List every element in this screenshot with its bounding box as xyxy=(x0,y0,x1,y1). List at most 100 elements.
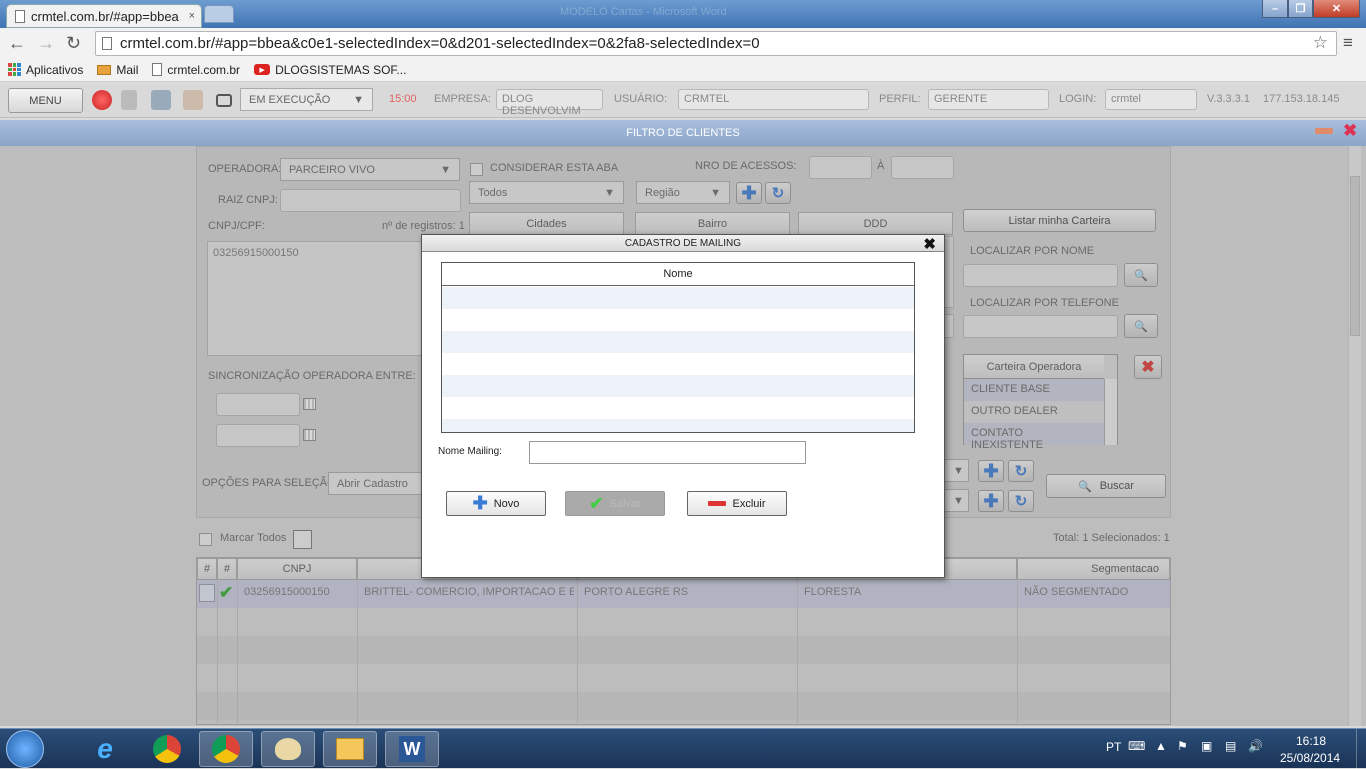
salvar-button[interactable]: ✔ Salvar xyxy=(565,491,665,516)
paint-icon xyxy=(275,738,301,760)
taskbar-ie[interactable]: e xyxy=(78,731,132,767)
forward-icon[interactable]: → xyxy=(37,33,55,54)
empresa-field: DLOG DESENVOLVIM xyxy=(496,89,603,117)
lock-icon[interactable] xyxy=(121,90,137,110)
usuario-label: USUÁRIO: xyxy=(614,93,668,105)
dialog-header: CADASTRO DE MAILING ✖ xyxy=(422,235,944,253)
mailing-table: Nome xyxy=(441,262,915,433)
url-text: crmtel.com.br/#app=bbea&c0e1-selectedInd… xyxy=(120,35,760,52)
excluir-button[interactable]: Excluir xyxy=(687,491,787,516)
maximize-icon[interactable]: ❐ xyxy=(1288,0,1313,18)
back-icon[interactable]: ← xyxy=(8,33,26,54)
taskbar-explorer[interactable] xyxy=(323,731,377,767)
browser-tab[interactable]: crmtel.com.br/#app=bbea × xyxy=(6,4,202,28)
nome-mailing-label: Nome Mailing: xyxy=(438,446,502,457)
table-row[interactable] xyxy=(442,375,914,397)
bookmark-mail[interactable]: Mail xyxy=(97,63,138,77)
windows-icon[interactable] xyxy=(216,94,232,107)
table-row[interactable] xyxy=(442,331,914,353)
chevron-down-icon: ▼ xyxy=(353,93,364,106)
ip-text: 177.153.18.145 xyxy=(1263,93,1340,105)
power-icon[interactable] xyxy=(92,90,112,110)
volume-icon[interactable]: 🔊 xyxy=(1248,739,1263,753)
filter-title: FILTRO DE CLIENTES xyxy=(626,127,740,139)
bookmark-label: Mail xyxy=(116,62,139,77)
device-icon[interactable]: ▣ xyxy=(1201,739,1212,753)
nome-mailing-input[interactable] xyxy=(529,441,806,464)
address-bar[interactable]: crmtel.com.br/#app=bbea&c0e1-selectedInd… xyxy=(95,31,1337,56)
taskbar-word[interactable]: W xyxy=(385,731,439,767)
start-button[interactable] xyxy=(6,730,44,768)
table-row[interactable] xyxy=(442,397,914,419)
minimize-icon[interactable]: – xyxy=(1262,0,1288,18)
bookmark-dlog[interactable]: ▶ DLOGSISTEMAS SOF... xyxy=(254,63,406,77)
show-hidden-icon[interactable]: ▲ xyxy=(1155,739,1167,753)
taskbar-chrome-active[interactable] xyxy=(199,731,253,767)
chrome-icon xyxy=(212,735,240,763)
login-label: LOGIN: xyxy=(1059,93,1097,105)
clock-date[interactable]: 25/08/2014 xyxy=(1280,751,1340,765)
bookmark-crmtel[interactable]: crmtel.com.br xyxy=(152,63,240,77)
table-row[interactable] xyxy=(442,287,914,309)
taskbar-chrome[interactable] xyxy=(140,731,194,767)
taskbar-paint[interactable] xyxy=(261,731,315,767)
table-row[interactable] xyxy=(442,309,914,331)
salvar-label: Salvar xyxy=(609,497,641,510)
col-nome[interactable]: Nome xyxy=(442,263,914,286)
menu-button[interactable]: MENU xyxy=(8,88,83,113)
reload-icon[interactable]: ↻ xyxy=(66,33,81,54)
new-tab-button[interactable] xyxy=(204,5,234,23)
bookmarks-bar: Aplicativos Mail crmtel.com.br ▶ DLOGSIS… xyxy=(0,58,1366,82)
network-tray-icon[interactable]: ▤ xyxy=(1225,739,1236,753)
chrome-icon xyxy=(153,735,181,763)
tab-close-icon[interactable]: × xyxy=(189,10,195,22)
status-select[interactable]: EM EXECUÇÃO ▼ xyxy=(240,88,373,111)
language-indicator[interactable]: PT xyxy=(1106,740,1121,754)
show-desktop-button[interactable] xyxy=(1356,729,1366,769)
flag-icon[interactable]: ⚑ xyxy=(1177,739,1188,753)
window-title: MODELO Cartas - Microsoft Word xyxy=(560,6,727,18)
perfil-label: PERFIL: xyxy=(879,93,921,105)
perfil-field: GERENTE xyxy=(928,89,1049,110)
status-value: EM EXECUÇÃO xyxy=(249,93,331,106)
check-icon: ✔ xyxy=(589,493,604,513)
empresa-label: EMPRESA: xyxy=(434,93,491,105)
close-window-icon[interactable]: ✕ xyxy=(1313,0,1360,18)
page-icon xyxy=(102,37,112,50)
tab-title: crmtel.com.br/#app=bbea xyxy=(31,8,179,24)
cadastro-mailing-dialog: CADASTRO DE MAILING ✖ Nome Nome Mailing:… xyxy=(421,234,945,578)
close-panel-icon[interactable]: ✖ xyxy=(1343,121,1357,141)
bookmark-apps[interactable]: Aplicativos xyxy=(8,63,83,77)
keyboard-icon[interactable]: ⌨ xyxy=(1128,739,1145,753)
ie-icon: e xyxy=(97,733,113,764)
close-icon[interactable]: ✖ xyxy=(923,235,936,253)
star-icon[interactable]: ☆ xyxy=(1313,33,1328,53)
bookmark-label: DLOGSISTEMAS SOF... xyxy=(275,62,407,77)
apps-grid-icon xyxy=(8,63,21,76)
page-icon xyxy=(15,9,25,23)
browser-titlebar: crmtel.com.br/#app=bbea × MODELO Cartas … xyxy=(0,0,1366,28)
excluir-label: Excluir xyxy=(732,497,766,510)
table-row[interactable] xyxy=(442,419,914,432)
login-field: crmtel xyxy=(1105,89,1197,110)
windows-taskbar: e W PT ⌨ ▲ ⚑ ▣ ▤ 🔊 16:18 25/08/2014 xyxy=(0,728,1366,769)
version-text: V.3.3.3.1 xyxy=(1207,93,1251,105)
table-row[interactable] xyxy=(442,353,914,375)
dialog-title: CADASTRO DE MAILING xyxy=(624,238,742,249)
clock-time[interactable]: 16:18 xyxy=(1296,734,1326,748)
notes-icon[interactable] xyxy=(183,90,203,110)
plus-icon: ✚ xyxy=(472,493,488,513)
novo-button[interactable]: ✚ Novo xyxy=(446,491,546,516)
folder-icon xyxy=(336,738,364,760)
novo-label: Novo xyxy=(493,497,520,510)
minimize-panel-icon[interactable] xyxy=(1315,128,1333,134)
minus-icon xyxy=(708,501,727,506)
usuario-field: CRMTEL xyxy=(678,89,869,110)
chrome-menu-icon[interactable]: ≡ xyxy=(1343,33,1353,53)
bookmark-label: crmtel.com.br xyxy=(167,62,241,77)
word-icon: W xyxy=(399,736,425,762)
mail-icon xyxy=(97,64,112,75)
filter-header: FILTRO DE CLIENTES xyxy=(0,120,1366,146)
network-icon[interactable] xyxy=(151,90,171,110)
clock-text: 15:00 xyxy=(389,93,417,105)
